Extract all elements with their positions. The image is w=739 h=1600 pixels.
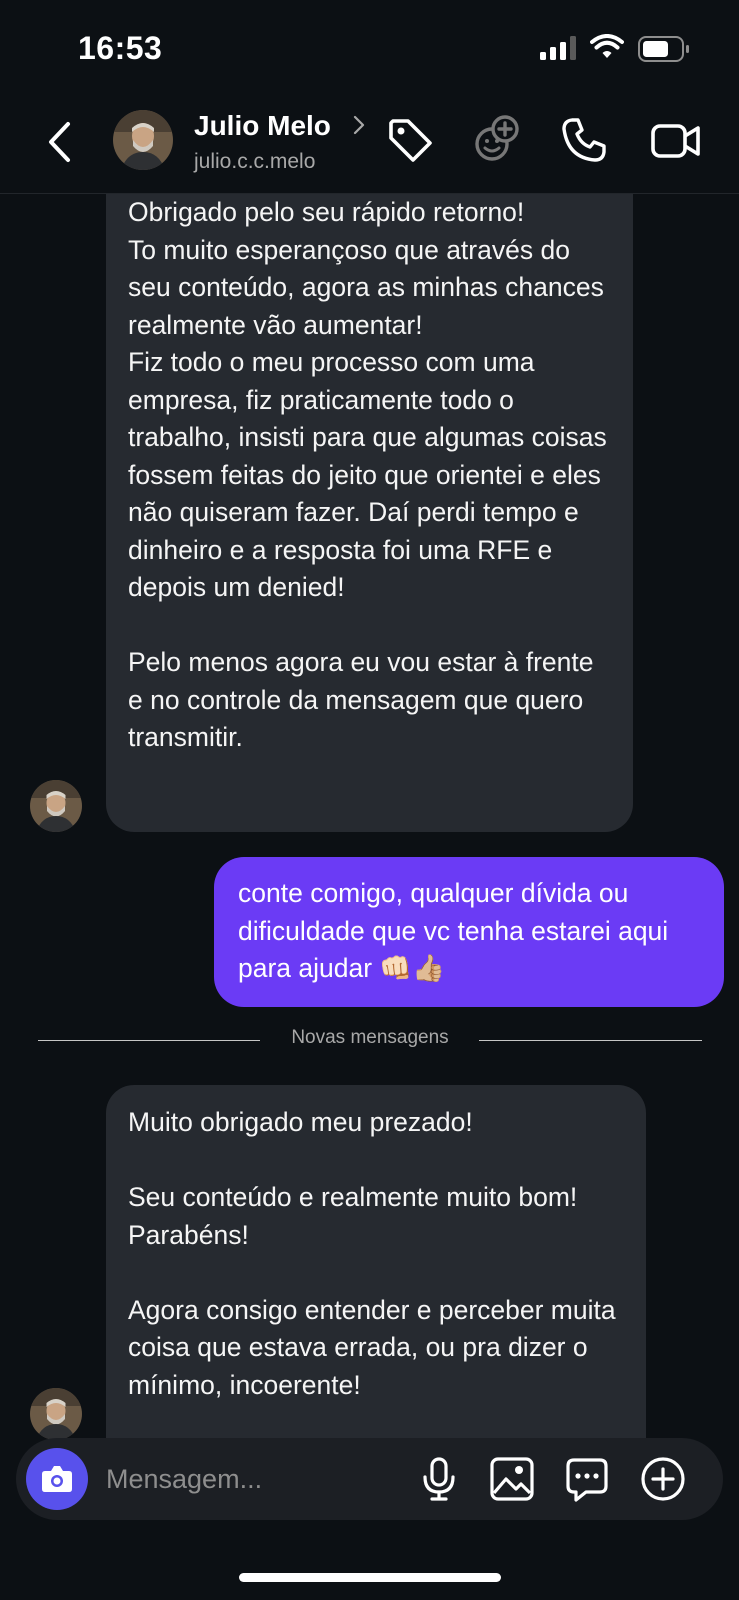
wifi-icon bbox=[590, 34, 624, 58]
contact-username: julio.c.c.melo bbox=[194, 150, 316, 173]
message-bubble-incoming[interactable]: Obrigado pelo seu rápido retorno! To mui… bbox=[106, 194, 633, 832]
home-indicator bbox=[239, 1573, 501, 1582]
gallery-icon[interactable] bbox=[489, 1456, 535, 1502]
message-composer bbox=[16, 1438, 723, 1520]
message-text: Obrigado pelo seu rápido retorno! To mui… bbox=[128, 197, 607, 752]
battery-icon bbox=[638, 36, 689, 62]
status-time: 16:53 bbox=[78, 30, 163, 66]
new-messages-divider: Novas mensagens bbox=[38, 1025, 702, 1055]
sticker-chat-icon[interactable] bbox=[564, 1456, 610, 1502]
message-bubble-outgoing[interactable]: conte comigo, qualquer dívida ou dificul… bbox=[214, 857, 724, 1007]
message-bubble-incoming[interactable]: Muito obrigado meu prezado! Seu conteúdo… bbox=[106, 1085, 646, 1438]
cellular-signal-icon bbox=[540, 36, 576, 60]
contact-name[interactable]: Julio Melo bbox=[194, 110, 331, 142]
tag-icon[interactable] bbox=[384, 114, 436, 166]
contact-avatar[interactable] bbox=[113, 110, 173, 170]
status-bar: 16:53 bbox=[0, 0, 739, 100]
microphone-icon[interactable] bbox=[416, 1456, 462, 1502]
message-text: Muito obrigado meu prezado! Seu conteúdo… bbox=[128, 1107, 616, 1400]
sender-avatar[interactable] bbox=[30, 780, 82, 832]
message-input[interactable] bbox=[106, 1456, 386, 1502]
back-button[interactable] bbox=[40, 118, 84, 166]
phone-call-icon[interactable] bbox=[558, 114, 610, 166]
chat-header: Julio Melo julio.c.c.melo bbox=[0, 100, 739, 194]
sender-avatar[interactable] bbox=[30, 1388, 82, 1440]
new-messages-label: Novas mensagens bbox=[291, 1027, 449, 1048]
video-call-icon[interactable] bbox=[650, 114, 702, 166]
camera-icon bbox=[42, 1466, 72, 1492]
chevron-right-icon bbox=[353, 115, 365, 135]
divider-line bbox=[479, 1040, 702, 1041]
add-effect-icon[interactable] bbox=[470, 114, 522, 166]
add-icon[interactable] bbox=[640, 1456, 686, 1502]
camera-button[interactable] bbox=[26, 1448, 88, 1510]
